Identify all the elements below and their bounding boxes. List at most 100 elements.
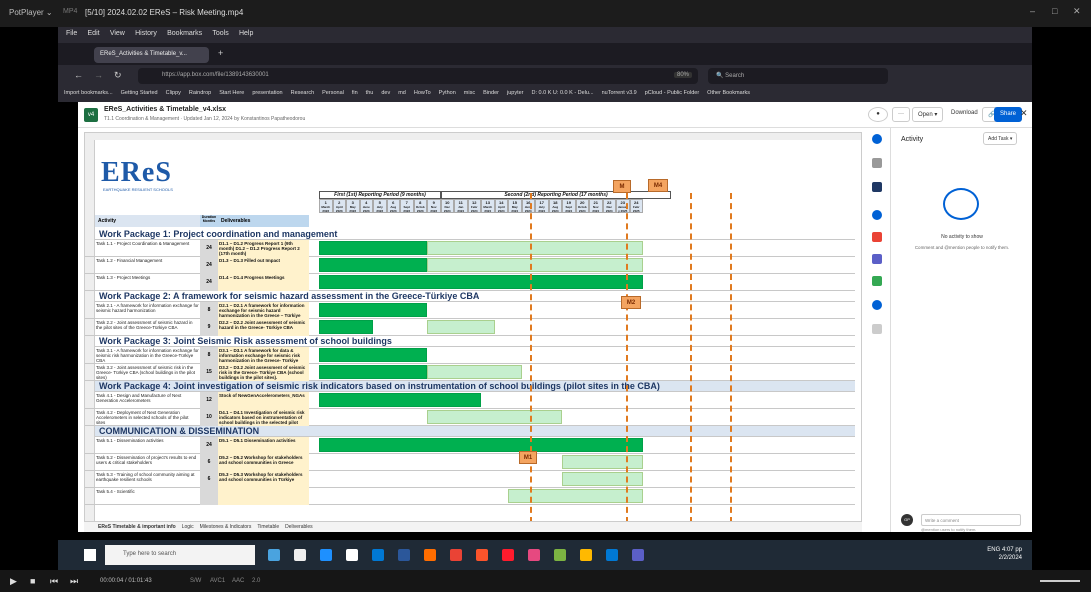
- share-button[interactable]: Share: [994, 107, 1023, 122]
- prev-icon[interactable]: ⏮: [50, 576, 58, 587]
- tab-eres[interactable]: EReS_Activities & Timetable_v...: [94, 47, 209, 63]
- bookmark-item[interactable]: presentation: [252, 90, 282, 96]
- task-row: Task 5.1 - Dissemination activities 24 D5.…: [85, 437, 855, 454]
- menu-file[interactable]: File: [66, 30, 77, 37]
- next-icon[interactable]: ⏭: [70, 576, 78, 587]
- task-name: Task 4.2 - Deployment of Next Generation…: [96, 410, 189, 425]
- sheet-tab[interactable]: Logic: [182, 524, 194, 530]
- bookmark-item[interactable]: Getting Started: [121, 90, 158, 96]
- menu-edit[interactable]: Edit: [88, 30, 100, 37]
- bookmark-item[interactable]: misc: [464, 90, 475, 96]
- download-button[interactable]: Download: [946, 107, 983, 122]
- bookmark-item[interactable]: Python: [439, 90, 456, 96]
- gantt-bar: [319, 303, 427, 317]
- bookmark-item[interactable]: fin: [352, 90, 358, 96]
- word-icon[interactable]: [398, 549, 410, 561]
- sheet-tab[interactable]: Deliverables: [285, 524, 313, 530]
- browser-urlbar: ← → ↻ https://app.box.com/file/138914363…: [58, 65, 1032, 87]
- url-input[interactable]: https://app.box.com/file/1389143630001 8…: [138, 68, 698, 84]
- app-icon-3[interactable]: [554, 549, 566, 561]
- minimize-icon[interactable]: –: [1030, 6, 1035, 16]
- avatar[interactable]: ●: [868, 107, 888, 122]
- bookmark-item[interactable]: Raindrop: [189, 90, 211, 96]
- app-x-icon[interactable]: [346, 549, 358, 561]
- activity-icon[interactable]: [872, 134, 882, 144]
- close-icon[interactable]: ✕: [1073, 6, 1081, 17]
- sheet-tab[interactable]: Timetable: [257, 524, 279, 530]
- grid-icon[interactable]: [872, 324, 882, 334]
- bookmark-item[interactable]: thu: [366, 90, 374, 96]
- task-deliverable: D1.1 – D1.2 Progress Report 1 (9th month…: [218, 240, 309, 257]
- mail-icon[interactable]: [606, 549, 618, 561]
- period2-header: Second (2nd) Reporting Period (17 months…: [441, 191, 671, 199]
- task-deliverable: [218, 488, 309, 505]
- month-name: Sept 2023: [403, 205, 411, 213]
- month-cell: 22 Dec 2024: [602, 199, 616, 213]
- close-preview-icon[interactable]: ✕: [1020, 108, 1028, 119]
- play-icon[interactable]: ▶: [10, 576, 17, 587]
- add-task-button[interactable]: Add Task ▾: [983, 132, 1018, 145]
- bookmark-item[interactable]: dev: [381, 90, 390, 96]
- bookmark-item[interactable]: Start Here: [219, 90, 244, 96]
- dot-icon[interactable]: [872, 300, 882, 310]
- download-app-icon[interactable]: [872, 276, 882, 286]
- search-input[interactable]: 🔍 Search: [708, 68, 888, 84]
- comment-input[interactable]: Write a comment: [921, 514, 1021, 526]
- bookmark-item[interactable]: md: [398, 90, 406, 96]
- zoom-badge[interactable]: 80%: [673, 72, 692, 78]
- task-name: Task 5.1 - Dissemination activities: [96, 438, 164, 443]
- bookmark-item[interactable]: Personal: [322, 90, 344, 96]
- sheet-tab[interactable]: Milestones & Indicators: [200, 524, 252, 530]
- open-button[interactable]: Open ▾: [912, 107, 944, 122]
- bookmark-item[interactable]: Clippy: [166, 90, 181, 96]
- bookmark-item[interactable]: Import bookmarks...: [64, 90, 113, 96]
- opera-icon[interactable]: [502, 549, 514, 561]
- bookmark-item[interactable]: Binder: [483, 90, 499, 96]
- app-icon[interactable]: [872, 182, 882, 192]
- menu-history[interactable]: History: [135, 30, 157, 37]
- teams-icon[interactable]: [872, 254, 882, 264]
- gmail-icon[interactable]: [872, 232, 882, 242]
- new-tab-icon[interactable]: +: [218, 48, 223, 58]
- menu-tools[interactable]: Tools: [212, 30, 228, 37]
- spreadsheet[interactable]: EReS EARTHQUAKE RESILIENT SCHOOLS First …: [84, 132, 862, 522]
- taskbar-search[interactable]: Type here to search: [105, 545, 255, 565]
- bookmark-item[interactable]: Other Bookmarks: [707, 90, 750, 96]
- menu-view[interactable]: View: [110, 30, 125, 37]
- menu-bookmarks[interactable]: Bookmarks: [167, 30, 202, 37]
- sheet-tab[interactable]: EReS Timetable & important info: [98, 524, 176, 530]
- windows-start-icon[interactable]: [84, 549, 96, 561]
- store-icon[interactable]: [372, 549, 384, 561]
- explorer-icon[interactable]: [580, 549, 592, 561]
- month-name: Octob 2024: [577, 205, 587, 213]
- menu-help[interactable]: Help: [239, 30, 253, 37]
- bookmark-item[interactable]: pCloud - Public Folder: [645, 90, 699, 96]
- more-options-button[interactable]: ···: [892, 107, 910, 122]
- volume-slider[interactable]: [1040, 580, 1080, 582]
- bookmark-item[interactable]: HowTo: [414, 90, 431, 96]
- bookmark-item[interactable]: jupyter: [507, 90, 524, 96]
- brave-icon[interactable]: [476, 549, 488, 561]
- maximize-icon[interactable]: □: [1052, 6, 1057, 16]
- integration-icon[interactable]: [872, 210, 882, 220]
- bookmark-item[interactable]: Research: [291, 90, 315, 96]
- details-icon[interactable]: [872, 158, 882, 168]
- firefox-icon[interactable]: [424, 549, 436, 561]
- chrome-icon[interactable]: [450, 549, 462, 561]
- back-icon[interactable]: ←: [74, 70, 83, 80]
- widget-icon[interactable]: [268, 549, 280, 561]
- stop-icon[interactable]: ■: [30, 576, 35, 586]
- bookmark-item[interactable]: D: 0.0 K U: 0.0 K - Delu...: [532, 90, 594, 96]
- app-icon-2[interactable]: [528, 549, 540, 561]
- system-tray[interactable]: ENG 4:07 pp 2/2/2024: [987, 546, 1022, 562]
- task-deliverable: D3.2 – D3.2 Joint assessment of seismic …: [218, 364, 309, 381]
- taskview-icon[interactable]: [294, 549, 306, 561]
- player-logo[interactable]: PotPlayer ⌄: [9, 8, 53, 17]
- month-cell: 12 Febr 2024: [467, 199, 481, 213]
- no-activity-text: No activity to show: [941, 234, 983, 240]
- reload-icon[interactable]: ↻: [114, 70, 122, 81]
- zoom-icon[interactable]: [632, 549, 644, 561]
- edge-icon[interactable]: [320, 549, 332, 561]
- bookmark-item[interactable]: nuTorrent v3.9: [602, 90, 637, 96]
- forward-icon[interactable]: →: [94, 70, 103, 80]
